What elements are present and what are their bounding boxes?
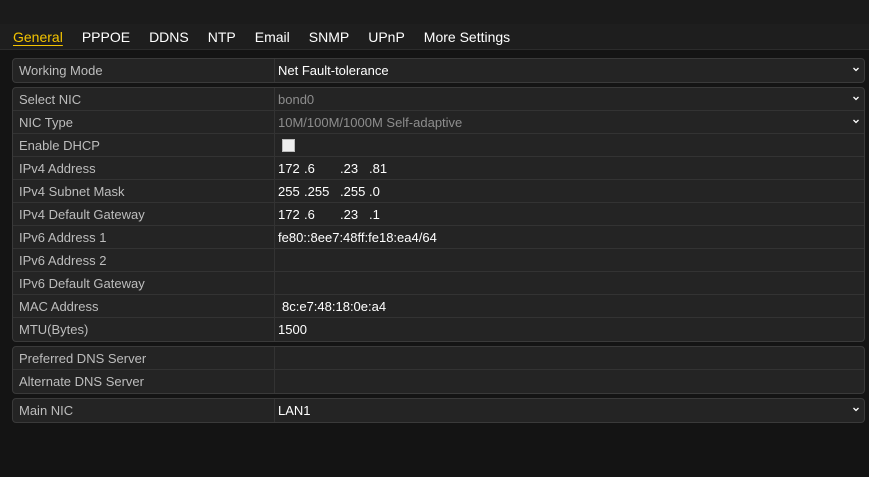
ip-octet[interactable]: .255 bbox=[340, 184, 369, 199]
select-nic-value: bond0 bbox=[278, 91, 315, 107]
select-nic-label: Select NIC bbox=[13, 88, 275, 110]
chevron-down-icon bbox=[853, 407, 859, 412]
ip-octet[interactable]: .6 bbox=[304, 161, 340, 176]
ip-octet[interactable]: .1 bbox=[369, 207, 398, 222]
ipv4-subnet-mask-field[interactable]: 255 .255 .255 .0 bbox=[275, 180, 864, 202]
enable-dhcp-label: Enable DHCP bbox=[13, 134, 275, 156]
working-mode-label: Working Mode bbox=[13, 59, 275, 82]
tab-pppoe[interactable]: PPPOE bbox=[82, 24, 130, 50]
ip-octet[interactable]: .81 bbox=[369, 161, 398, 176]
enable-dhcp-cell bbox=[275, 134, 864, 156]
tab-general[interactable]: General bbox=[13, 24, 63, 50]
mac-address-value: 8c:e7:48:18:0e:a4 bbox=[282, 298, 387, 314]
ipv6-default-gateway-label: IPv6 Default Gateway bbox=[13, 272, 275, 294]
mac-address-row: MAC Address 8c:e7:48:18:0e:a4 bbox=[13, 295, 864, 318]
main-nic-select[interactable]: LAN1 bbox=[275, 399, 864, 422]
tab-upnp[interactable]: UPnP bbox=[368, 24, 405, 50]
enable-dhcp-checkbox[interactable] bbox=[282, 138, 295, 152]
ipv4-default-gateway-field[interactable]: 172 .6 .23 .1 bbox=[275, 203, 864, 225]
working-mode-select[interactable]: Net Fault-tolerance bbox=[275, 59, 864, 82]
ipv6-default-gateway-field[interactable] bbox=[275, 272, 864, 294]
nic-type-select[interactable]: 10M/100M/1000M Self-adaptive bbox=[275, 111, 864, 133]
settings-panel: Working Mode Net Fault-tolerance Select … bbox=[12, 58, 865, 427]
working-mode-value: Net Fault-tolerance bbox=[278, 63, 389, 78]
working-mode-row: Working Mode Net Fault-tolerance bbox=[13, 59, 864, 82]
ipv4-address-label: IPv4 Address bbox=[13, 157, 275, 179]
preferred-dns-field[interactable] bbox=[275, 347, 864, 369]
ipv4-subnet-mask-label: IPv4 Subnet Mask bbox=[13, 180, 275, 202]
chevron-down-icon bbox=[853, 96, 859, 101]
chevron-down-icon bbox=[853, 67, 859, 72]
nic-type-label: NIC Type bbox=[13, 111, 275, 133]
alternate-dns-field[interactable] bbox=[275, 370, 864, 393]
tab-ddns[interactable]: DDNS bbox=[149, 24, 189, 50]
ipv6-address-2-label: IPv6 Address 2 bbox=[13, 249, 275, 271]
alternate-dns-row: Alternate DNS Server bbox=[13, 370, 864, 393]
main-nic-row: Main NIC LAN1 bbox=[13, 399, 864, 422]
ipv6-address-1-label: IPv6 Address 1 bbox=[13, 226, 275, 248]
nic-type-value: 10M/100M/1000M Self-adaptive bbox=[278, 114, 463, 130]
main-nic-group: Main NIC LAN1 bbox=[12, 398, 865, 423]
dns-group: Preferred DNS Server Alternate DNS Serve… bbox=[12, 346, 865, 394]
ipv6-address-2-field[interactable] bbox=[275, 249, 864, 271]
alternate-dns-label: Alternate DNS Server bbox=[13, 370, 275, 393]
ipv4-address-row: IPv4 Address 172 .6 .23 .81 bbox=[13, 157, 864, 180]
enable-dhcp-row: Enable DHCP bbox=[13, 134, 864, 157]
ipv6-address-1-field[interactable]: fe80::8ee7:48ff:fe18:ea4/64 bbox=[275, 226, 864, 248]
ipv4-default-gateway-label: IPv4 Default Gateway bbox=[13, 203, 275, 225]
ipv6-default-gateway-row: IPv6 Default Gateway bbox=[13, 272, 864, 295]
tab-email[interactable]: Email bbox=[255, 24, 290, 50]
mac-address-label: MAC Address bbox=[13, 295, 275, 317]
ipv6-address-1-row: IPv6 Address 1 fe80::8ee7:48ff:fe18:ea4/… bbox=[13, 226, 864, 249]
ip-octet[interactable]: .0 bbox=[369, 184, 398, 199]
main-nic-value: LAN1 bbox=[278, 403, 311, 418]
tab-snmp[interactable]: SNMP bbox=[309, 24, 349, 50]
ip-octet[interactable]: 255 bbox=[278, 184, 304, 199]
tab-ntp[interactable]: NTP bbox=[208, 24, 236, 50]
nic-type-row: NIC Type 10M/100M/1000M Self-adaptive bbox=[13, 111, 864, 134]
preferred-dns-label: Preferred DNS Server bbox=[13, 347, 275, 369]
ipv4-default-gateway-row: IPv4 Default Gateway 172 .6 .23 .1 bbox=[13, 203, 864, 226]
ip-octet[interactable]: 172 bbox=[278, 207, 304, 222]
ipv6-address-2-row: IPv6 Address 2 bbox=[13, 249, 864, 272]
ip-octet[interactable]: .23 bbox=[340, 161, 369, 176]
mtu-row: MTU(Bytes) 1500 bbox=[13, 318, 864, 341]
nic-settings-group: Select NIC bond0 NIC Type 10M/100M/1000M… bbox=[12, 87, 865, 342]
ip-octet[interactable]: 172 bbox=[278, 161, 304, 176]
preferred-dns-row: Preferred DNS Server bbox=[13, 347, 864, 370]
chevron-down-icon bbox=[853, 119, 859, 124]
select-nic-select[interactable]: bond0 bbox=[275, 88, 864, 110]
select-nic-row: Select NIC bond0 bbox=[13, 88, 864, 111]
mtu-label: MTU(Bytes) bbox=[13, 318, 275, 341]
ip-octet[interactable]: .23 bbox=[340, 207, 369, 222]
working-mode-group: Working Mode Net Fault-tolerance bbox=[12, 58, 865, 83]
ip-octet[interactable]: .255 bbox=[304, 184, 340, 199]
main-nic-label: Main NIC bbox=[13, 399, 275, 422]
tab-bar: General PPPOE DDNS NTP Email SNMP UPnP M… bbox=[0, 24, 869, 50]
ipv4-subnet-mask-row: IPv4 Subnet Mask 255 .255 .255 .0 bbox=[13, 180, 864, 203]
ipv4-address-field[interactable]: 172 .6 .23 .81 bbox=[275, 157, 864, 179]
tab-more-settings[interactable]: More Settings bbox=[424, 24, 510, 50]
mtu-field[interactable]: 1500 bbox=[275, 318, 864, 341]
ip-octet[interactable]: .6 bbox=[304, 207, 340, 222]
title-bar bbox=[0, 0, 869, 24]
